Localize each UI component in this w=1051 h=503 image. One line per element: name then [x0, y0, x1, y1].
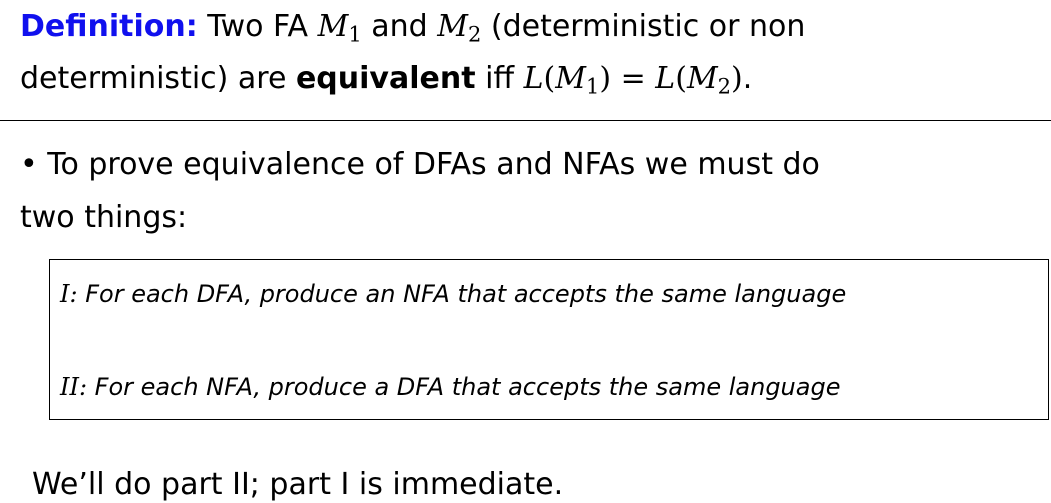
task-number: I: — [60, 280, 78, 308]
bullet-text: To prove equivalence of DFAs and NFAs we… — [37, 147, 820, 182]
bullet-line-2: two things: — [20, 203, 187, 233]
task-item-2: II: For each NFA, produce a DFA that acc… — [60, 375, 840, 399]
definition-text: deterministic) are — [20, 61, 296, 96]
math-m2: M2 — [437, 9, 482, 47]
definition-text: Two FA — [207, 9, 318, 44]
definition-text: iff — [475, 61, 524, 96]
bullet-icon: • — [20, 147, 38, 182]
task-item-1: I: For each DFA, produce an NFA that acc… — [60, 282, 846, 306]
bullet-line-1: • To prove equivalence of DFAs and NFAs … — [20, 150, 820, 180]
task-text: For each NFA, produce a DFA that accepts… — [87, 373, 841, 401]
section-divider — [0, 120, 1051, 121]
equivalence-formula: L(M1) = L(M2) — [523, 61, 743, 99]
conclusion-text: We’ll do part II; part I is immediate. — [32, 467, 564, 502]
task-box: I: For each DFA, produce an NFA that acc… — [49, 259, 1049, 420]
equivalent-term: equivalent — [295, 61, 476, 96]
definition-text: . — [742, 61, 753, 96]
task-text: For each DFA, produce an NFA that accept… — [77, 280, 847, 308]
task-number: II: — [60, 373, 88, 401]
definition-text: and — [361, 9, 438, 44]
math-m1: M1 — [317, 9, 362, 47]
definition-label: Definition: — [20, 9, 198, 44]
definition-line-1: Definition: Two FA M1 and M2 (determinis… — [20, 9, 806, 47]
bullet-text: two things: — [20, 200, 188, 235]
definition-line-2: deterministic) are equivalent iff L(M1) … — [20, 61, 753, 99]
definition-text: (deterministic or non — [481, 9, 806, 44]
